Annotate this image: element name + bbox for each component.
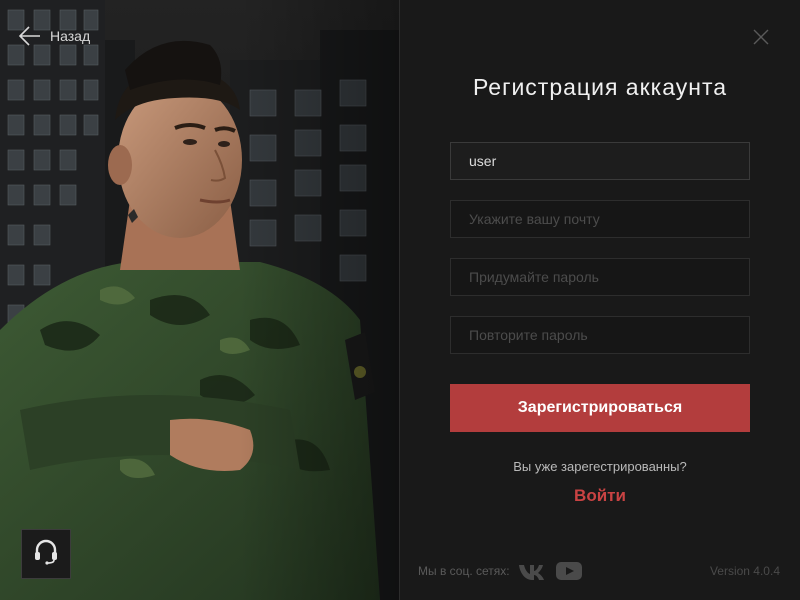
password-repeat-field[interactable] [450,316,750,354]
arrow-left-icon [18,24,42,48]
back-label: Назад [50,28,91,44]
login-link[interactable]: Войти [400,486,800,506]
page-title: Регистрация аккаунта [472,74,728,100]
already-registered-text: Вы уже зарегестрированны? [513,459,687,474]
password-field[interactable] [450,258,750,296]
back-button[interactable]: Назад [18,24,90,48]
social-label: Мы в соц. сетях: [418,564,510,578]
youtube-icon[interactable] [555,562,582,580]
support-button[interactable] [21,529,71,579]
version-label: Version 4.0.4 [709,564,780,578]
headset-icon [34,539,58,570]
close-icon [752,29,770,50]
email-field[interactable] [450,200,750,238]
character-art-panel: Назад [0,0,399,600]
username-field[interactable] [450,142,750,180]
vk-icon[interactable] [518,562,548,580]
character-illustration [0,0,399,600]
registration-panel: Регистрация аккаунта Зарегистрироваться … [400,0,800,600]
register-button[interactable]: Зарегистрироваться [450,384,750,432]
close-button[interactable] [752,28,770,51]
social-links: Мы в соц. сетях: [418,562,582,580]
